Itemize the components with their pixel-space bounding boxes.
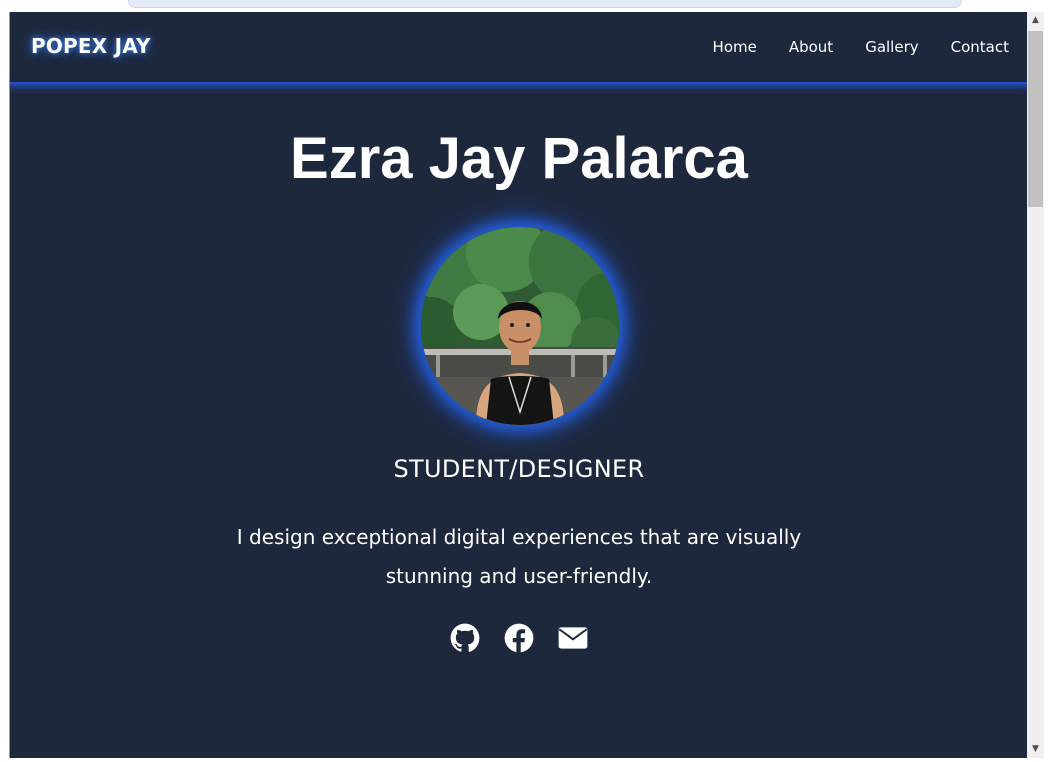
nav-links: Home About Gallery Contact [713, 38, 1009, 56]
profile-photo [421, 227, 619, 425]
vertical-scrollbar[interactable]: ▲ ▼ [1027, 12, 1044, 758]
browser-top-strip [0, 0, 1053, 12]
github-link[interactable] [450, 623, 480, 653]
scroll-up-arrow-icon[interactable]: ▲ [1027, 12, 1044, 29]
envelope-icon [558, 627, 588, 649]
facebook-link[interactable] [504, 623, 534, 653]
nav-link-about[interactable]: About [789, 38, 833, 56]
facebook-icon [504, 623, 534, 653]
social-links [10, 623, 1028, 653]
email-link[interactable] [558, 623, 588, 653]
window-bottom-edge [0, 758, 1053, 762]
address-bar-edge [128, 0, 962, 8]
navbar: POPEX JAY Home About Gallery Contact [10, 12, 1028, 84]
page-viewport: POPEX JAY Home About Gallery Contact Ezr… [9, 12, 1028, 758]
nav-link-contact[interactable]: Contact [951, 38, 1009, 56]
brand-logo[interactable]: POPEX JAY [31, 34, 151, 58]
hero-role: STUDENT/DESIGNER [393, 455, 645, 483]
github-icon [450, 623, 480, 652]
hero-name: Ezra Jay Palarca [290, 126, 748, 191]
nav-link-home[interactable]: Home [713, 38, 757, 56]
nav-link-gallery[interactable]: Gallery [865, 38, 918, 56]
scroll-down-arrow-icon[interactable]: ▼ [1027, 741, 1044, 758]
hero-bio: I design exceptional digital experiences… [236, 525, 802, 588]
scrollbar-thumb[interactable] [1028, 31, 1043, 207]
